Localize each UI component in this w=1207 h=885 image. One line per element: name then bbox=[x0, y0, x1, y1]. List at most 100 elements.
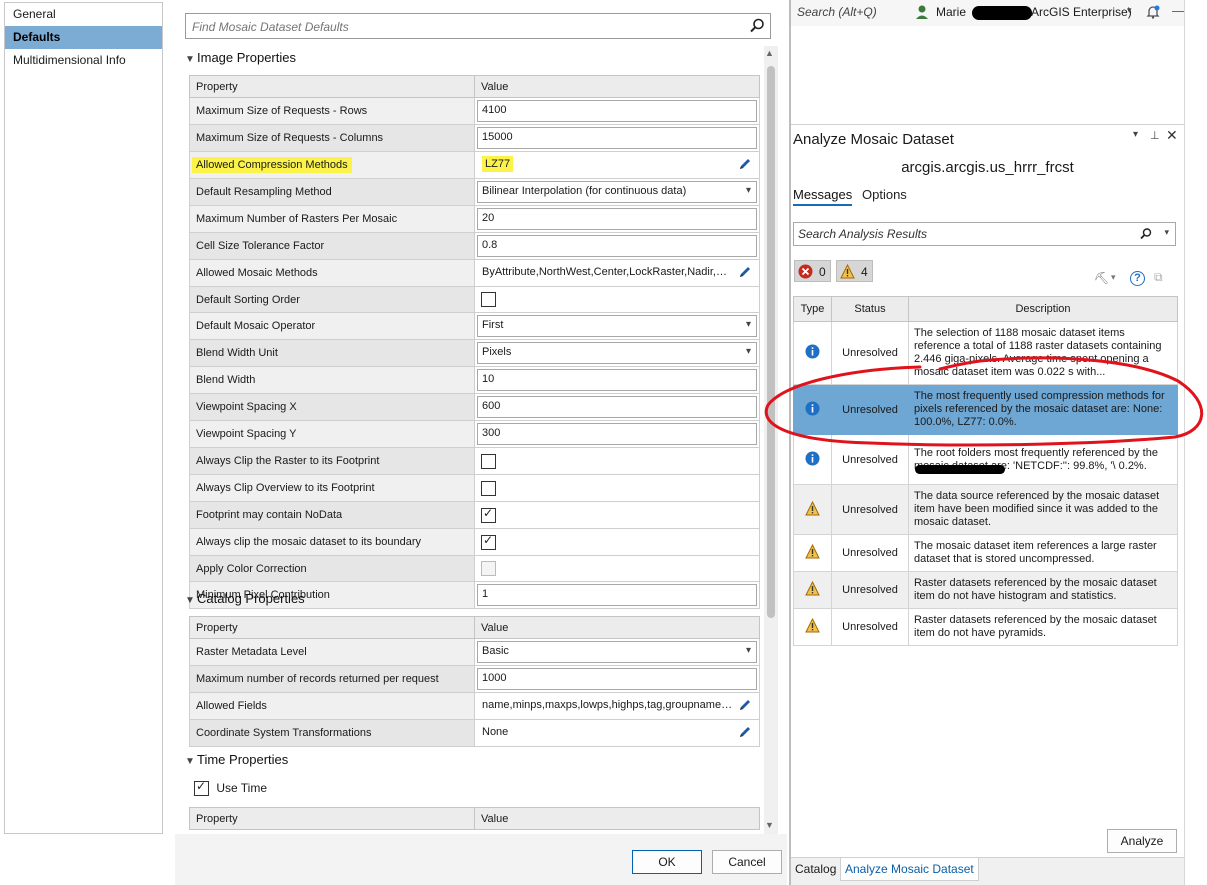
max-rows-input[interactable]: 4100 bbox=[477, 100, 757, 122]
pin-icon[interactable]: ⊥ bbox=[1150, 129, 1160, 142]
chevron-down-icon[interactable]: ▾ bbox=[1127, 5, 1132, 16]
scroll-up-arrow-icon[interactable]: ▲ bbox=[765, 48, 774, 58]
max-rasters-input[interactable]: 20 bbox=[477, 208, 757, 230]
blend-width-unit-select[interactable]: Pixels bbox=[477, 342, 757, 364]
pane-menu-icon[interactable]: ▾ bbox=[1133, 129, 1138, 140]
search-icon[interactable] bbox=[748, 17, 766, 35]
nav-item-defaults[interactable]: Defaults bbox=[5, 26, 162, 49]
prop-label: Maximum Number of Rasters Per Mosaic bbox=[189, 205, 475, 233]
clip-overview-checkbox[interactable] bbox=[481, 480, 496, 496]
tab-options[interactable]: Options bbox=[862, 187, 907, 202]
min-pixel-contribution-input[interactable]: 1 bbox=[477, 584, 757, 606]
close-icon[interactable]: ✕ bbox=[1166, 127, 1178, 144]
allowed-fields-field[interactable]: name,minps,maxps,lowps,highps,tag,groupn… bbox=[477, 695, 757, 717]
viewpoint-y-input[interactable]: 300 bbox=[477, 423, 757, 445]
result-description: The data source referenced by the mosaic… bbox=[914, 490, 1160, 528]
prop-label: Blend Width Unit bbox=[189, 339, 475, 367]
type-column-header: Type bbox=[793, 296, 832, 322]
prop-label: Apply Color Correction bbox=[189, 555, 475, 582]
blend-width-input[interactable]: 10 bbox=[477, 369, 757, 391]
result-description: The mosaic dataset item references a lar… bbox=[914, 540, 1157, 565]
prop-label: Allowed Fields bbox=[189, 692, 475, 720]
result-row[interactable]: Unresolved Raster datasets referenced by… bbox=[793, 608, 1178, 646]
error-icon bbox=[798, 264, 813, 279]
result-row[interactable]: Unresolved Raster datasets referenced by… bbox=[793, 571, 1178, 609]
clip-boundary-checkbox[interactable] bbox=[481, 533, 496, 550]
description-column-header: Description bbox=[908, 296, 1178, 322]
search-icon[interactable] bbox=[1139, 227, 1153, 241]
result-description: Raster datasets referenced by the mosaic… bbox=[914, 614, 1157, 639]
result-description: Raster datasets referenced by the mosaic… bbox=[914, 577, 1157, 602]
cell-size-tolerance-input[interactable]: 0.8 bbox=[477, 235, 757, 257]
resampling-method-select[interactable]: Bilinear Interpolation (for continuous d… bbox=[477, 181, 757, 203]
copy-icon[interactable]: ⧉ bbox=[1154, 270, 1163, 285]
pencil-icon[interactable] bbox=[738, 698, 752, 712]
search-results-box[interactable]: Search Analysis Results ▾ bbox=[793, 222, 1176, 246]
pencil-icon[interactable] bbox=[738, 265, 752, 279]
warning-icon bbox=[805, 500, 820, 515]
nav-item-general[interactable]: General bbox=[5, 3, 162, 26]
result-row[interactable]: Unresolved The mosaic dataset item refer… bbox=[793, 534, 1178, 572]
viewpoint-x-input[interactable]: 600 bbox=[477, 396, 757, 418]
warning-filter-button[interactable]: 4 bbox=[836, 260, 873, 282]
settings-nav: General Defaults Multidimensional Info bbox=[4, 2, 163, 834]
time-properties-table: Property Value bbox=[189, 807, 760, 830]
value-column-header: Value bbox=[474, 75, 760, 98]
scroll-down-arrow-icon[interactable]: ▼ bbox=[765, 820, 774, 830]
result-status: Unresolved bbox=[831, 484, 909, 535]
tab-catalog[interactable]: Catalog bbox=[791, 858, 840, 880]
app-search-box[interactable]: Search (Alt+Q) bbox=[797, 5, 877, 19]
color-correction-checkbox[interactable] bbox=[481, 561, 496, 576]
max-columns-input[interactable]: 15000 bbox=[477, 127, 757, 149]
user-name[interactable]: Marie bbox=[936, 5, 966, 19]
allowed-fields-value: name,minps,maxps,lowps,highps,tag,groupn… bbox=[482, 699, 756, 711]
user-avatar-icon bbox=[915, 4, 929, 20]
nav-item-multidimensional-info[interactable]: Multidimensional Info bbox=[5, 49, 162, 72]
max-records-input[interactable]: 1000 bbox=[477, 668, 757, 690]
help-icon[interactable]: ? bbox=[1130, 271, 1145, 286]
scrollbar-thumb[interactable] bbox=[767, 66, 775, 618]
footprint-nodata-checkbox[interactable] bbox=[481, 506, 496, 523]
compression-value-highlighted: LZ77 bbox=[482, 156, 514, 172]
sorting-order-checkbox[interactable] bbox=[481, 292, 496, 307]
warning-icon bbox=[805, 580, 820, 596]
tab-analyze-mosaic-dataset[interactable]: Analyze Mosaic Dataset bbox=[840, 858, 979, 881]
image-properties-header[interactable]: ▼ Image Properties bbox=[185, 50, 296, 65]
analyze-button[interactable]: Analyze bbox=[1107, 829, 1177, 853]
portal-name[interactable]: ArcGIS Enterprise) bbox=[1031, 5, 1132, 19]
chevron-down-icon[interactable]: ▾ bbox=[1111, 272, 1116, 283]
search-results-input[interactable]: Search Analysis Results bbox=[798, 227, 927, 241]
result-row[interactable]: Unresolved The data source referenced by… bbox=[793, 484, 1178, 535]
section-title: Catalog Properties bbox=[197, 591, 305, 606]
find-defaults-box[interactable] bbox=[185, 13, 771, 39]
use-time-option[interactable]: Use Time bbox=[190, 779, 267, 797]
repair-tool-icon[interactable]: ⛏ bbox=[1094, 271, 1109, 285]
mosaic-methods-field[interactable]: ByAttribute,NorthWest,Center,LockRaster,… bbox=[477, 262, 757, 284]
time-properties-header[interactable]: ▼ Time Properties bbox=[185, 752, 288, 767]
result-status: Unresolved bbox=[831, 534, 909, 572]
mosaic-operator-select[interactable]: First bbox=[477, 315, 757, 337]
error-filter-button[interactable]: 0 bbox=[794, 260, 831, 282]
chevron-down-icon[interactable]: ▾ bbox=[1164, 227, 1169, 238]
pencil-icon[interactable] bbox=[738, 725, 752, 739]
notification-bell-icon[interactable] bbox=[1145, 4, 1161, 20]
find-defaults-input[interactable] bbox=[190, 17, 744, 37]
catalog-properties-table: Property Value Raster Metadata Level Bas… bbox=[189, 616, 760, 747]
prop-label: Cell Size Tolerance Factor bbox=[189, 232, 475, 260]
tab-messages[interactable]: Messages bbox=[793, 187, 853, 206]
prop-label: Always clip the mosaic dataset to its bo… bbox=[189, 528, 475, 556]
raster-metadata-level-select[interactable]: Basic bbox=[477, 641, 757, 663]
prop-label: Default Resampling Method bbox=[189, 178, 475, 206]
ok-button[interactable]: OK bbox=[632, 850, 702, 874]
cancel-button[interactable]: Cancel bbox=[712, 850, 782, 874]
catalog-properties-header[interactable]: ▼ Catalog Properties bbox=[185, 591, 305, 606]
prop-label: Blend Width bbox=[189, 366, 475, 394]
analysis-results-table: Type Status Description Unresolved The s… bbox=[793, 296, 1178, 646]
clip-raster-checkbox[interactable] bbox=[481, 453, 496, 469]
use-time-checkbox[interactable] bbox=[194, 779, 209, 797]
prop-label: Always Clip the Raster to its Footprint bbox=[189, 447, 475, 475]
analyze-mosaic-pane: Analyze Mosaic Dataset ▾ ⊥ ✕ arcgis.arcg… bbox=[791, 124, 1184, 855]
pencil-icon[interactable] bbox=[738, 157, 752, 171]
compression-methods-field[interactable]: LZ77 bbox=[477, 154, 757, 176]
coord-transformations-field[interactable]: None bbox=[477, 722, 757, 744]
